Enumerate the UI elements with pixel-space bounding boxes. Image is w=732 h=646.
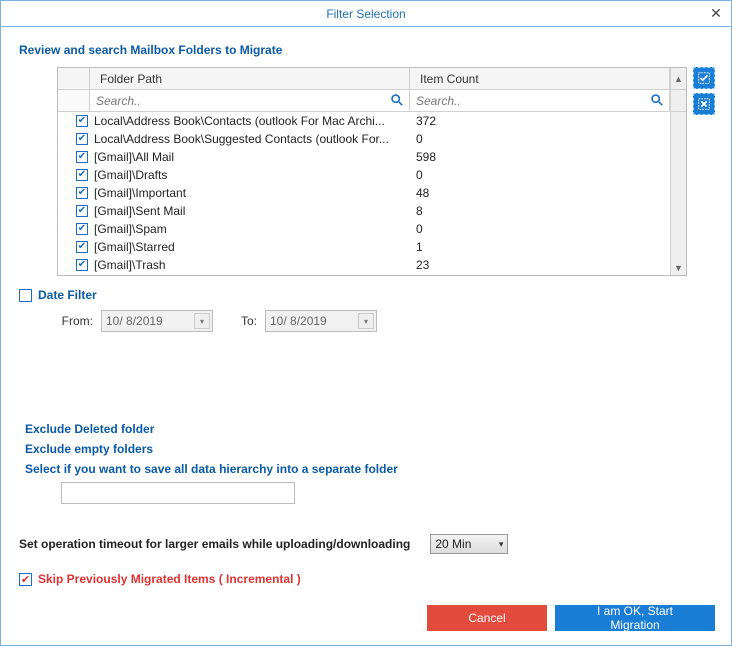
exclude-empty-label: Exclude empty folders bbox=[25, 442, 153, 456]
hierarchy-input[interactable] bbox=[61, 482, 295, 504]
row-checkbox[interactable]: ✔ bbox=[76, 223, 88, 235]
row-path: [Gmail]\Starred bbox=[90, 240, 410, 254]
table-row[interactable]: ✔[Gmail]\Drafts0 bbox=[58, 166, 686, 184]
scrollbar-track[interactable] bbox=[670, 90, 686, 111]
table-row[interactable]: ✔Local\Address Book\Suggested Contacts (… bbox=[58, 130, 686, 148]
table-row[interactable]: ✔[Gmail]\Trash23 bbox=[58, 256, 686, 274]
row-path: [Gmail]\Important bbox=[90, 186, 410, 200]
exclude-deleted-label: Exclude Deleted folder bbox=[25, 422, 154, 436]
table-row[interactable]: ✔Local\Address Book\Contacts (outlook Fo… bbox=[58, 112, 686, 130]
row-checkbox[interactable]: ✔ bbox=[76, 169, 88, 181]
table-row[interactable]: ✔[Gmail]\All Mail598 bbox=[58, 148, 686, 166]
row-count: 0 bbox=[410, 132, 670, 146]
close-icon[interactable]: ✕ bbox=[709, 6, 723, 20]
row-checkbox[interactable]: ✔ bbox=[76, 259, 88, 271]
start-migration-button[interactable]: I am OK, Start Migration bbox=[555, 605, 715, 631]
row-count: 48 bbox=[410, 186, 670, 200]
to-label: To: bbox=[221, 314, 257, 328]
table-row[interactable]: ✔[Gmail]\Spam0 bbox=[58, 220, 686, 238]
search-path-input[interactable]: Search.. bbox=[90, 90, 410, 111]
row-checkbox[interactable]: ✔ bbox=[76, 133, 88, 145]
from-label: From: bbox=[57, 314, 93, 328]
timeout-label: Set operation timeout for larger emails … bbox=[19, 537, 410, 551]
search-icon[interactable] bbox=[650, 93, 663, 109]
row-path: [Gmail]\Trash bbox=[90, 258, 410, 272]
row-count: 598 bbox=[410, 150, 670, 164]
search-corner bbox=[58, 90, 90, 111]
folder-grid: Folder Path Item Count ▲ Search.. Search… bbox=[57, 67, 687, 276]
row-checkbox[interactable]: ✔ bbox=[76, 241, 88, 253]
row-path: Local\Address Book\Suggested Contacts (o… bbox=[90, 132, 410, 146]
chevron-down-icon[interactable]: ▾ bbox=[194, 313, 210, 329]
date-filter-checkbox[interactable] bbox=[19, 289, 32, 302]
cancel-button[interactable]: Cancel bbox=[427, 605, 547, 631]
column-header-count[interactable]: Item Count bbox=[410, 68, 670, 89]
row-count: 372 bbox=[410, 114, 670, 128]
row-count: 0 bbox=[410, 168, 670, 182]
column-header-path[interactable]: Folder Path bbox=[90, 68, 410, 89]
row-path: Local\Address Book\Contacts (outlook For… bbox=[90, 114, 410, 128]
row-checkbox[interactable]: ✔ bbox=[76, 151, 88, 163]
select-all-button[interactable] bbox=[693, 67, 715, 89]
row-checkbox[interactable]: ✔ bbox=[76, 115, 88, 127]
hierarchy-label: Select if you want to save all data hier… bbox=[25, 462, 398, 476]
row-path: [Gmail]\Sent Mail bbox=[90, 204, 410, 218]
chevron-down-icon: ▾ bbox=[499, 539, 504, 550]
chevron-down-icon[interactable]: ▾ bbox=[358, 313, 374, 329]
window-title: Filter Selection bbox=[326, 7, 405, 21]
table-row[interactable]: ✔[Gmail]\Trash\MY_New_Emails0 bbox=[58, 274, 686, 275]
titlebar: Filter Selection ✕ bbox=[1, 1, 731, 27]
row-count: 1 bbox=[410, 240, 670, 254]
row-path: [Gmail]\All Mail bbox=[90, 150, 410, 164]
to-date-input[interactable]: 10/ 8/2019 ▾ bbox=[265, 310, 377, 332]
row-checkbox[interactable]: ✔ bbox=[76, 187, 88, 199]
row-path: [Gmail]\Drafts bbox=[90, 168, 410, 182]
scroll-up-icon[interactable]: ▲ bbox=[670, 68, 686, 89]
grid-body: ✔Local\Address Book\Contacts (outlook Fo… bbox=[58, 112, 686, 275]
table-row[interactable]: ✔[Gmail]\Sent Mail8 bbox=[58, 202, 686, 220]
row-path: [Gmail]\Spam bbox=[90, 222, 410, 236]
row-count: 23 bbox=[410, 258, 670, 272]
table-row[interactable]: ✔[Gmail]\Important48 bbox=[58, 184, 686, 202]
from-date-input[interactable]: 10/ 8/2019 ▾ bbox=[101, 310, 213, 332]
table-row[interactable]: ✔[Gmail]\Starred1 bbox=[58, 238, 686, 256]
scrollbar[interactable] bbox=[670, 112, 686, 275]
deselect-all-button[interactable] bbox=[693, 93, 715, 115]
row-count: 0 bbox=[410, 222, 670, 236]
skip-migrated-checkbox[interactable]: ✔ bbox=[19, 573, 32, 586]
grid-corner bbox=[58, 68, 90, 89]
row-count: 8 bbox=[410, 204, 670, 218]
section-title: Review and search Mailbox Folders to Mig… bbox=[19, 43, 715, 57]
date-filter-label: Date Filter bbox=[38, 288, 97, 302]
skip-migrated-label: Skip Previously Migrated Items ( Increme… bbox=[38, 572, 301, 586]
search-count-input[interactable]: Search.. bbox=[410, 90, 670, 111]
search-icon[interactable] bbox=[390, 93, 403, 109]
row-checkbox[interactable]: ✔ bbox=[76, 205, 88, 217]
timeout-select[interactable]: 20 Min ▾ bbox=[430, 534, 508, 554]
